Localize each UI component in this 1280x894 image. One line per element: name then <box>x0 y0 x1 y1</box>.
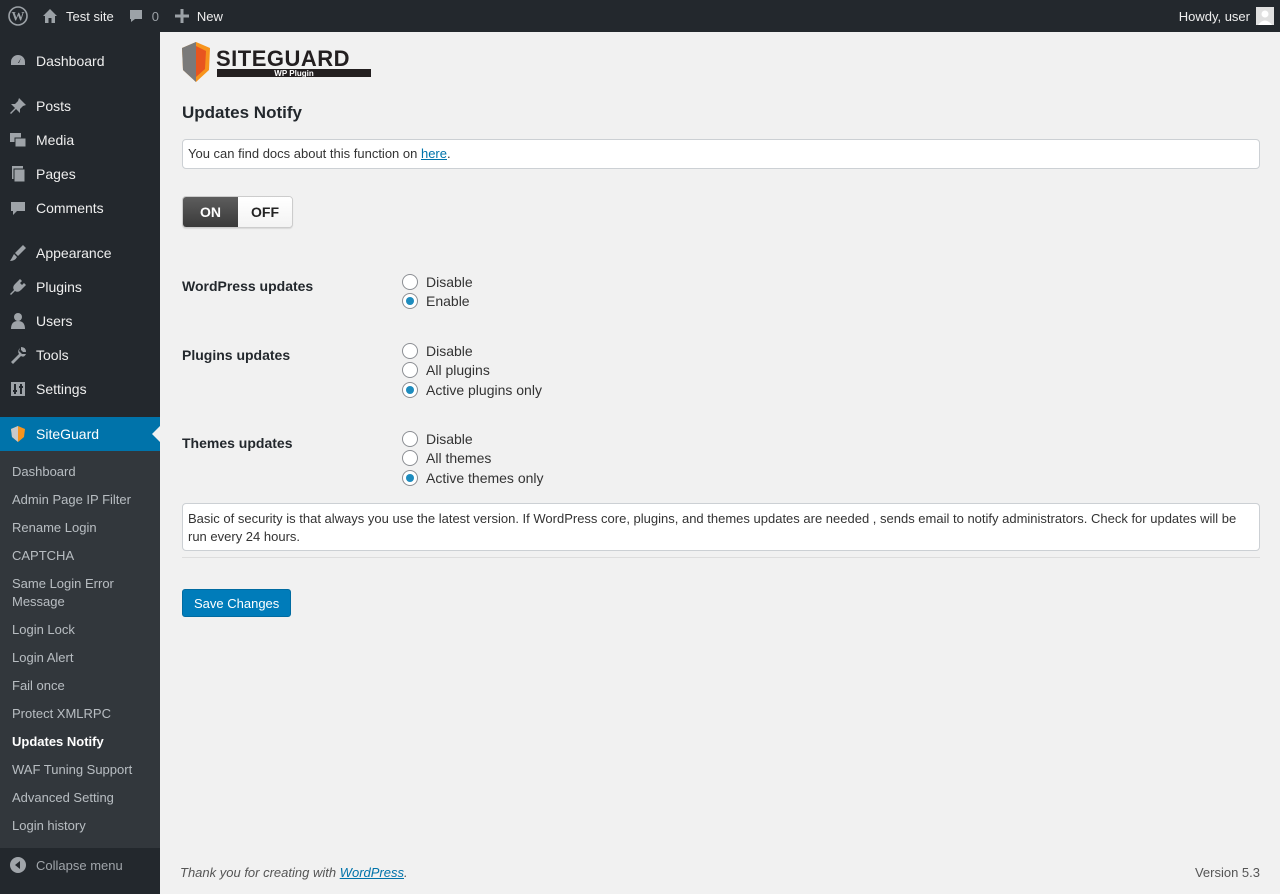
submenu-item-fail-once[interactable]: Fail once <box>0 672 160 700</box>
menu-item-settings[interactable]: Settings <box>0 372 160 406</box>
feature-toggle: ON OFF <box>182 196 293 228</box>
collapse-menu-button[interactable]: Collapse menu <box>0 848 160 882</box>
wrench-icon <box>8 345 28 365</box>
plug-icon <box>8 277 28 297</box>
admin-bar: W Test site 0 New Howdy, user <box>0 0 1280 32</box>
collapse-arrow-icon <box>10 857 26 873</box>
comments-link[interactable]: 0 <box>122 0 167 32</box>
pages-icon <box>8 164 28 184</box>
submenu-item-dashboard[interactable]: Dashboard <box>0 458 160 486</box>
save-changes-button[interactable]: Save Changes <box>182 589 292 617</box>
themes-updates-active-option[interactable]: Active themes only <box>402 469 544 487</box>
media-icon <box>8 130 28 150</box>
plugins-updates-all-option[interactable]: All plugins <box>402 361 490 379</box>
wordpress-logo-icon[interactable]: W <box>0 0 36 32</box>
wordpress-link[interactable]: WordPress <box>340 865 404 880</box>
docs-link[interactable]: here <box>421 146 447 161</box>
page-title: Updates Notify <box>182 103 302 122</box>
plus-icon <box>174 9 189 23</box>
description-box: Basic of security is that always you use… <box>182 503 1260 551</box>
submenu-item-login-lock[interactable]: Login Lock <box>0 616 160 644</box>
submenu-item-login-alert[interactable]: Login Alert <box>0 644 160 672</box>
wordpress-updates-enable-option[interactable]: Enable <box>402 292 470 310</box>
new-label: New <box>196 8 223 24</box>
wordpress-updates-label: WordPress updates <box>182 278 314 294</box>
siteguard-shield-icon <box>8 424 28 444</box>
plugins-updates-active-option[interactable]: Active plugins only <box>402 381 542 399</box>
logo-wordmark: SITEGUARD <box>216 46 350 71</box>
plugins-updates-active-radio[interactable] <box>402 382 418 398</box>
themes-updates-label: Themes updates <box>182 435 293 451</box>
submenu-item-captcha[interactable]: CAPTCHA <box>0 542 160 570</box>
toggle-off-button[interactable]: OFF <box>238 197 292 227</box>
submenu-item-login-history[interactable]: Login history <box>0 812 160 840</box>
home-icon <box>43 9 57 23</box>
plugins-updates-disable-option[interactable]: Disable <box>402 342 473 360</box>
themes-updates-disable-radio[interactable] <box>402 431 418 447</box>
siteguard-logo: SITEGUARD WP Plugin <box>182 42 374 84</box>
footer: Thank you for creating with WordPress. V… <box>180 865 1260 880</box>
pin-icon <box>8 96 28 116</box>
docs-notice: You can find docs about this function on… <box>182 139 1260 169</box>
avatar <box>1256 7 1274 25</box>
menu-item-media[interactable]: Media <box>0 123 160 157</box>
site-name: Test site <box>66 8 114 24</box>
submenu-item-updates-notify[interactable]: Updates Notify <box>0 728 160 756</box>
user-icon <box>8 311 28 331</box>
new-content-link[interactable]: New <box>167 0 231 32</box>
footer-thanks: Thank you for creating with WordPress. <box>180 865 408 880</box>
toggle-on-button[interactable]: ON <box>183 197 238 227</box>
submenu-item-waf-tuning-support[interactable]: WAF Tuning Support <box>0 756 160 784</box>
submenu-item-advanced-setting[interactable]: Advanced Setting <box>0 784 160 812</box>
menu-item-appearance[interactable]: Appearance <box>0 236 160 270</box>
themes-updates-all-option[interactable]: All themes <box>402 449 491 467</box>
logo-subtitle: WP Plugin <box>274 69 314 78</box>
menu-item-comments[interactable]: Comments <box>0 191 160 225</box>
menu-item-plugins[interactable]: Plugins <box>0 270 160 304</box>
menu-item-posts[interactable]: Posts <box>0 89 160 123</box>
themes-updates-active-radio[interactable] <box>402 470 418 486</box>
themes-updates-all-radio[interactable] <box>402 450 418 466</box>
divider <box>182 557 1260 558</box>
submenu-item-admin-page-ip-filter[interactable]: Admin Page IP Filter <box>0 486 160 514</box>
submenu-item-same-login-error-message[interactable]: Same Login Error Message <box>0 570 160 616</box>
wordpress-updates-enable-radio[interactable] <box>402 293 418 309</box>
plugins-updates-disable-radio[interactable] <box>402 343 418 359</box>
siteguard-submenu: Dashboard Admin Page IP Filter Rename Lo… <box>0 451 160 848</box>
plugins-updates-label: Plugins updates <box>182 347 291 363</box>
menu-item-siteguard[interactable]: SiteGuard <box>0 417 160 451</box>
menu-item-dashboard[interactable]: Dashboard <box>0 44 160 78</box>
svg-text:W: W <box>12 9 25 24</box>
account-menu[interactable]: Howdy, user <box>1171 0 1280 32</box>
comment-icon <box>129 10 142 22</box>
themes-updates-disable-option[interactable]: Disable <box>402 430 473 448</box>
wordpress-updates-disable-option[interactable]: Disable <box>402 273 473 291</box>
plugins-updates-all-radio[interactable] <box>402 362 418 378</box>
menu-item-users[interactable]: Users <box>0 304 160 338</box>
greeting: Howdy, user <box>1178 8 1250 24</box>
settings-icon <box>8 379 28 399</box>
menu-item-tools[interactable]: Tools <box>0 338 160 372</box>
brush-icon <box>8 243 28 263</box>
submenu-item-rename-login[interactable]: Rename Login <box>0 514 160 542</box>
admin-menu: Dashboard Posts Media Pages Comments App… <box>0 32 160 894</box>
dashboard-icon <box>8 51 28 71</box>
version-text: Version 5.3 <box>1194 865 1260 880</box>
menu-item-pages[interactable]: Pages <box>0 157 160 191</box>
site-name-link[interactable]: Test site <box>36 0 122 32</box>
comment-count: 0 <box>151 8 159 24</box>
submenu-item-protect-xmlrpc[interactable]: Protect XMLRPC <box>0 700 160 728</box>
comment-icon <box>8 198 28 218</box>
wordpress-updates-disable-radio[interactable] <box>402 274 418 290</box>
